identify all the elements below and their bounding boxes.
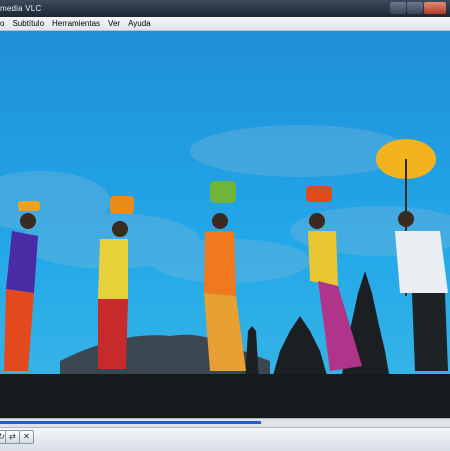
- control-bar: ↻ ⇄ ✕: [0, 427, 450, 451]
- window-title: media VLC: [0, 4, 42, 13]
- menu-item-subtitle[interactable]: Subtítulo: [8, 19, 48, 28]
- seek-bar[interactable]: [0, 418, 450, 427]
- seek-progress: [0, 421, 261, 424]
- video-frame: [0, 31, 450, 418]
- video-area[interactable]: [0, 31, 450, 418]
- menu-bar: o Subtítulo Herramientas Ver Ayuda: [0, 17, 450, 31]
- random-icon[interactable]: ✕: [19, 430, 34, 444]
- window-titlebar: media VLC: [0, 0, 450, 17]
- close-button[interactable]: [424, 2, 446, 14]
- wall: [0, 374, 450, 418]
- menu-item-help[interactable]: Ayuda: [124, 19, 155, 28]
- menu-item-view[interactable]: Ver: [104, 19, 124, 28]
- shuffle-icon[interactable]: ⇄: [5, 430, 20, 444]
- menu-item-tools[interactable]: Herramientas: [48, 19, 104, 28]
- menu-item-media[interactable]: o: [0, 19, 8, 28]
- window-controls: [390, 2, 446, 14]
- maximize-button[interactable]: [407, 2, 423, 14]
- minimize-button[interactable]: [390, 2, 406, 14]
